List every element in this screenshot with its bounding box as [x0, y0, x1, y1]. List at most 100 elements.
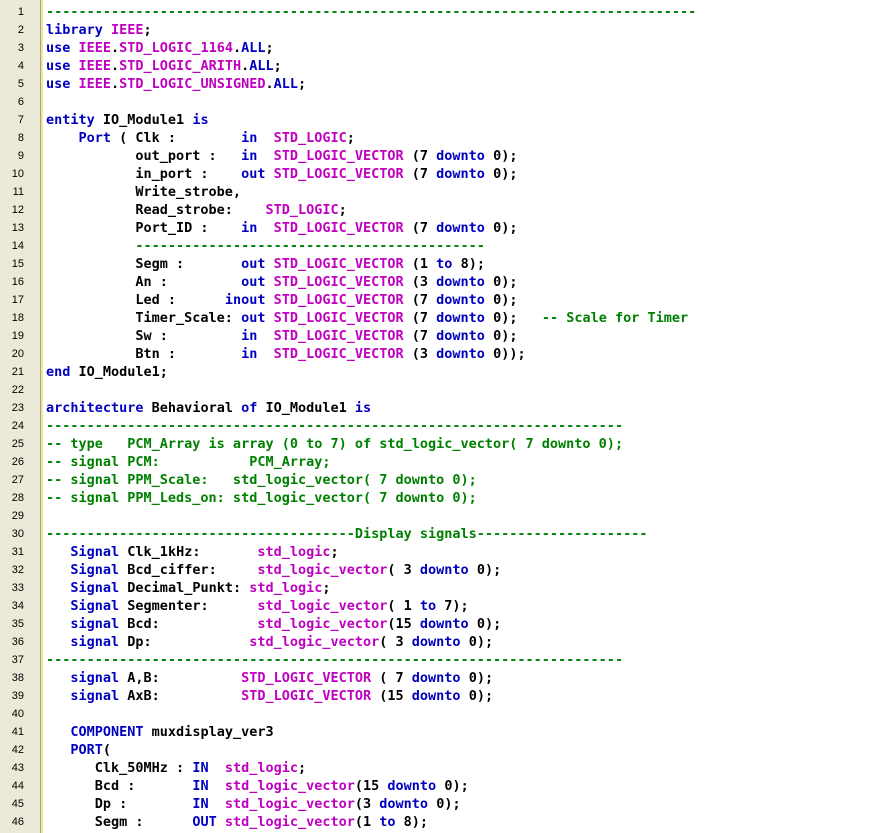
code-line[interactable]: 23 architecture Behavioral of IO_Module1 … [0, 399, 880, 417]
code-line[interactable]: 1 ---------------------------------------… [0, 3, 880, 21]
code-text[interactable]: ----------------------------------------… [46, 417, 623, 435]
code-text[interactable]: signal Dp: std_logic_vector( 3 downto 0)… [46, 633, 493, 651]
code-line[interactable]: 42 PORT( [0, 741, 880, 759]
code-token: std_logic_vector [249, 634, 380, 650]
code-text[interactable]: Timer_Scale: out STD_LOGIC_VECTOR (7 dow… [46, 309, 688, 327]
code-text[interactable]: -- signal PPM_Leds_on: std_logic_vector(… [46, 489, 477, 507]
code-line[interactable]: 10 in_port : out STD_LOGIC_VECTOR (7 dow… [0, 165, 880, 183]
code-text[interactable]: library IEEE; [46, 21, 152, 39]
code-line[interactable]: 5 use IEEE.STD_LOGIC_UNSIGNED.ALL; [0, 75, 880, 93]
code-text[interactable]: Segm : out STD_LOGIC_VECTOR (1 to 8); [46, 255, 485, 273]
code-text[interactable]: use IEEE.STD_LOGIC_UNSIGNED.ALL; [46, 75, 306, 93]
code-token: std_logic_vector [257, 616, 388, 632]
code-text[interactable]: -- signal PPM_Scale: std_logic_vector( 7… [46, 471, 477, 489]
code-line[interactable]: 43 Clk_50MHz : IN std_logic; [0, 759, 880, 777]
code-line[interactable]: 19 Sw : in STD_LOGIC_VECTOR (7 downto 0)… [0, 327, 880, 345]
code-text[interactable]: use IEEE.STD_LOGIC_1164.ALL; [46, 39, 274, 57]
code-text[interactable]: Port ( Clk : in STD_LOGIC; [46, 129, 355, 147]
code-line[interactable]: 31 Signal Clk_1kHz: std_logic; [0, 543, 880, 561]
line-number: 8 [17, 132, 24, 144]
code-text[interactable]: Bcd : IN std_logic_vector(15 downto 0); [46, 777, 469, 795]
code-text[interactable]: out_port : in STD_LOGIC_VECTOR (7 downto… [46, 147, 517, 165]
code-line[interactable]: 15 Segm : out STD_LOGIC_VECTOR (1 to 8); [0, 255, 880, 273]
code-text[interactable]: Signal Bcd_ciffer: std_logic_vector( 3 d… [46, 561, 501, 579]
code-text[interactable]: entity IO_Module1 is [46, 111, 209, 129]
code-text[interactable]: Sw : in STD_LOGIC_VECTOR (7 downto 0); [46, 327, 517, 345]
code-text[interactable]: Clk_50MHz : IN std_logic; [46, 759, 306, 777]
code-line[interactable]: 30 --------------------------------------… [0, 525, 880, 543]
code-text[interactable]: Port_ID : in STD_LOGIC_VECTOR (7 downto … [46, 219, 517, 237]
code-line[interactable]: 14 -------------------------------------… [0, 237, 880, 255]
code-text[interactable]: -- signal PCM: PCM_Array; [46, 453, 330, 471]
code-text[interactable]: An : out STD_LOGIC_VECTOR (3 downto 0); [46, 273, 517, 291]
code-text[interactable]: Signal Clk_1kHz: std_logic; [46, 543, 338, 561]
code-text[interactable]: ----------------------------------------… [46, 3, 696, 21]
code-line[interactable]: 2 library IEEE; [0, 21, 880, 39]
code-line[interactable]: 7 entity IO_Module1 is [0, 111, 880, 129]
code-text[interactable]: architecture Behavioral of IO_Module1 is [46, 399, 371, 417]
code-text[interactable]: PORT( [46, 741, 111, 759]
code-line[interactable]: 38 signal A,B: STD_LOGIC_VECTOR ( 7 down… [0, 669, 880, 687]
code-line[interactable]: 32 Signal Bcd_ciffer: std_logic_vector( … [0, 561, 880, 579]
code-token: ( 7 [371, 670, 412, 686]
code-line[interactable]: 17 Led : inout STD_LOGIC_VECTOR (7 downt… [0, 291, 880, 309]
code-lines[interactable]: 1 ---------------------------------------… [0, 3, 880, 831]
code-token: Clk_1kHz: [119, 544, 258, 560]
code-line[interactable]: 37 --------------------------------------… [0, 651, 880, 669]
code-line[interactable]: 25 -- type PCM_Array is array (0 to 7) of… [0, 435, 880, 453]
code-text[interactable]: use IEEE.STD_LOGIC_ARITH.ALL; [46, 57, 282, 75]
code-line[interactable]: 44 Bcd : IN std_logic_vector(15 downto 0… [0, 777, 880, 795]
code-text[interactable]: Signal Segmenter: std_logic_vector( 1 to… [46, 597, 468, 615]
code-line[interactable]: 35 signal Bcd: std_logic_vector(15 downt… [0, 615, 880, 633]
code-line[interactable]: 34 Signal Segmenter: std_logic_vector( 1… [0, 597, 880, 615]
code-text[interactable]: Segm : OUT std_logic_vector(1 to 8); [46, 813, 428, 831]
line-number: 29 [11, 510, 24, 522]
code-text[interactable]: signal Bcd: std_logic_vector(15 downto 0… [46, 615, 501, 633]
code-text[interactable]: ----------------------------------------… [46, 651, 623, 669]
code-line[interactable]: 45 Dp : IN std_logic_vector(3 downto 0); [0, 795, 880, 813]
code-text[interactable]: --------------------------------------Di… [46, 525, 647, 543]
code-line[interactable]: 33 Signal Decimal_Punkt: std_logic; [0, 579, 880, 597]
code-line[interactable]: 24 --------------------------------------… [0, 417, 880, 435]
code-line[interactable]: 21 end IO_Module1; [0, 363, 880, 381]
code-text[interactable]: Btn : in STD_LOGIC_VECTOR (3 downto 0)); [46, 345, 526, 363]
code-line[interactable]: 16 An : out STD_LOGIC_VECTOR (3 downto 0… [0, 273, 880, 291]
code-line[interactable]: 36 signal Dp: std_logic_vector( 3 downto… [0, 633, 880, 651]
code-line[interactable]: 22 [0, 381, 880, 399]
code-line[interactable]: 9 out_port : in STD_LOGIC_VECTOR (7 down… [0, 147, 880, 165]
code-text[interactable]: Write_strobe, [46, 183, 241, 201]
code-line[interactable]: 46 Segm : OUT std_logic_vector(1 to 8); [0, 813, 880, 831]
code-editor[interactable]: 1 ---------------------------------------… [0, 0, 880, 833]
code-text[interactable]: signal A,B: STD_LOGIC_VECTOR ( 7 downto … [46, 669, 493, 687]
code-line[interactable]: 13 Port_ID : in STD_LOGIC_VECTOR (7 down… [0, 219, 880, 237]
code-line[interactable]: 20 Btn : in STD_LOGIC_VECTOR (3 downto 0… [0, 345, 880, 363]
code-text[interactable]: Signal Decimal_Punkt: std_logic; [46, 579, 330, 597]
code-token: (7 [403, 328, 437, 344]
code-text[interactable]: in_port : out STD_LOGIC_VECTOR (7 downto… [46, 165, 517, 183]
code-line[interactable]: 27 -- signal PPM_Scale: std_logic_vector(… [0, 471, 880, 489]
code-text[interactable]: signal AxB: STD_LOGIC_VECTOR (15 downto … [46, 687, 493, 705]
code-line[interactable]: 26 -- signal PCM: PCM_Array; [0, 453, 880, 471]
code-text[interactable]: ----------------------------------------… [46, 237, 485, 255]
code-token: STD_LOGIC_VECTOR [273, 310, 404, 326]
code-text[interactable]: Led : inout STD_LOGIC_VECTOR (7 downto 0… [46, 291, 517, 309]
code-text[interactable]: end IO_Module1; [46, 363, 168, 381]
code-line[interactable]: 39 signal AxB: STD_LOGIC_VECTOR (15 down… [0, 687, 880, 705]
code-line[interactable]: 29 [0, 507, 880, 525]
code-line[interactable]: 11 Write_strobe, [0, 183, 880, 201]
code-line[interactable]: 28 -- signal PPM_Leds_on: std_logic_vecto… [0, 489, 880, 507]
code-text[interactable]: COMPONENT muxdisplay_ver3 [46, 723, 273, 741]
code-line[interactable]: 4 use IEEE.STD_LOGIC_ARITH.ALL; [0, 57, 880, 75]
code-line[interactable]: 8 Port ( Clk : in STD_LOGIC; [0, 129, 880, 147]
code-token: 0)); [484, 346, 526, 362]
code-line[interactable]: 40 [0, 705, 880, 723]
code-line[interactable]: 3 use IEEE.STD_LOGIC_1164.ALL; [0, 39, 880, 57]
code-line[interactable]: 12 Read_strobe: STD_LOGIC; [0, 201, 880, 219]
code-line[interactable]: 41 COMPONENT muxdisplay_ver3 [0, 723, 880, 741]
code-text[interactable]: Dp : IN std_logic_vector(3 downto 0); [46, 795, 461, 813]
code-line[interactable]: 6 [0, 93, 880, 111]
code-text[interactable]: Read_strobe: STD_LOGIC; [46, 201, 346, 219]
code-line[interactable]: 18 Timer_Scale: out STD_LOGIC_VECTOR (7 … [0, 309, 880, 327]
code-text[interactable]: -- type PCM_Array is array (0 to 7) of s… [46, 435, 623, 453]
